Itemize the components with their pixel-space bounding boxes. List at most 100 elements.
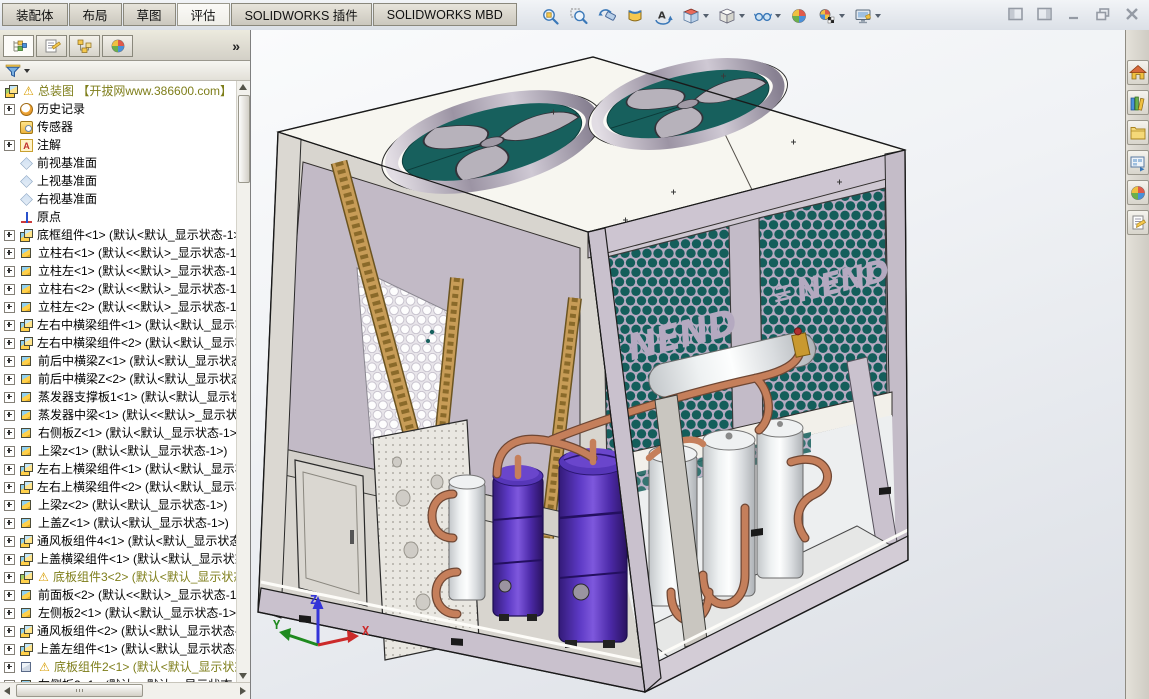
expand-icon[interactable] [4, 428, 15, 439]
expand-icon[interactable] [4, 230, 15, 241]
expand-icon[interactable] [4, 572, 15, 583]
chiller-3d-model[interactable]: NEND NEND [251, 30, 1125, 699]
view-settings-icon[interactable] [849, 2, 885, 29]
feature-tree-item[interactable]: 左侧板2<1> (默认<默认_显示状态-1>) [0, 604, 237, 622]
displaymanager-tab[interactable] [102, 35, 133, 57]
feature-tree-item[interactable]: 左右上横梁组件<1> (默认<默认_显示状态-1>) [0, 460, 237, 478]
zoom-to-fit-icon[interactable] [537, 2, 565, 29]
dropdown-caret-icon[interactable] [739, 14, 745, 18]
feature-tree-item[interactable]: 传感器 [0, 118, 237, 136]
feature-tree-item[interactable]: 注解 [0, 136, 237, 154]
command-tab[interactable]: SOLIDWORKS 插件 [231, 3, 372, 26]
feature-tree-item[interactable]: 上盖Z<1> (默认<默认_显示状态-1>) [0, 514, 237, 532]
expand-icon[interactable] [4, 464, 15, 475]
feature-tree-item[interactable]: 右视基准面 [0, 190, 237, 208]
graphics-area[interactable]: NEND NEND [251, 30, 1125, 699]
expand-icon[interactable] [4, 626, 15, 637]
vertical-scroll-thumb[interactable] [238, 95, 250, 183]
configurationmanager-tab[interactable] [69, 35, 100, 57]
expand-icon[interactable] [4, 266, 15, 277]
feature-tree-item[interactable]: 前视基准面 [0, 154, 237, 172]
toggle-left-pane-icon[interactable] [1007, 6, 1025, 21]
feature-tree-item[interactable]: 左右上横梁组件<2> (默认<默认_显示状态-1>) [0, 478, 237, 496]
horizontal-scroll-thumb[interactable] [16, 684, 143, 697]
view-palette-icon[interactable] [1127, 150, 1149, 175]
feature-tree-item[interactable]: 右侧板Z<1> (默认<默认_显示状态-1>) [0, 424, 237, 442]
custom-properties-icon[interactable] [1127, 210, 1149, 235]
propertymanager-tab[interactable] [36, 35, 67, 57]
tree-vertical-scrollbar[interactable] [236, 81, 250, 682]
compressor-1[interactable] [493, 465, 543, 621]
restore-down-icon[interactable] [1094, 6, 1112, 21]
command-tab[interactable]: 布局 [69, 3, 122, 26]
feature-tree-item[interactable]: 立柱右<2> (默认<<默认>_显示状态-1>) [0, 280, 237, 298]
feature-tree-item[interactable]: 蒸发器中梁<1> (默认<<默认>_显示状态-1>) [0, 406, 237, 424]
command-tab[interactable]: 装配体 [2, 3, 68, 26]
panel-tab-overflow[interactable]: » [225, 38, 247, 54]
expand-icon[interactable] [4, 356, 15, 367]
expand-icon[interactable] [4, 248, 15, 259]
appearances-icon[interactable] [1127, 180, 1149, 205]
filter-caret-icon[interactable] [24, 69, 30, 73]
edit-appearance-icon[interactable] [785, 2, 813, 29]
zoom-to-area-icon[interactable] [565, 2, 593, 29]
view-orientation-icon[interactable] [677, 2, 713, 29]
feature-tree-item[interactable]: 底板组件3<2> (默认<默认_显示状态-1>) [0, 568, 237, 586]
apply-scene-icon[interactable] [813, 2, 849, 29]
scroll-left-icon[interactable] [4, 687, 10, 695]
feature-tree-item[interactable]: 立柱右<1> (默认<<默认>_显示状态-1>) [0, 244, 237, 262]
expand-icon[interactable] [4, 608, 15, 619]
expand-icon[interactable] [4, 320, 15, 331]
expand-icon[interactable] [4, 410, 15, 421]
expand-icon[interactable] [4, 554, 15, 565]
door-handle[interactable] [350, 530, 354, 544]
scroll-down-icon[interactable] [239, 673, 247, 679]
expand-icon[interactable] [4, 284, 15, 295]
feature-tree-item[interactable]: 底板组件2<1> (默认<默认_显示状态-1>) [0, 658, 237, 676]
compressor-2[interactable] [559, 448, 627, 648]
feature-tree-item[interactable]: 蒸发器支撑板1<1> (默认<默认_显示状态-1>) [0, 388, 237, 406]
feature-tree-item[interactable]: 历史记录 [0, 100, 237, 118]
expand-icon[interactable] [4, 302, 15, 313]
expand-icon[interactable] [4, 644, 15, 655]
minimize-icon[interactable] [1065, 6, 1083, 21]
file-explorer-icon[interactable] [1127, 120, 1149, 145]
feature-tree-item[interactable]: 立柱左<2> (默认<<默认>_显示状态-1>) [0, 298, 237, 316]
close-icon[interactable] [1123, 6, 1141, 21]
feature-tree-item[interactable]: 前后中横梁Z<1> (默认<默认_显示状态-1>) [0, 352, 237, 370]
hide-show-items-icon[interactable] [749, 2, 785, 29]
feature-tree-item[interactable]: 前后中横梁Z<2> (默认<默认_显示状态-1>) [0, 370, 237, 388]
feature-tree-item[interactable]: 底框组件<1> (默认<默认_显示状态-1>) [0, 226, 237, 244]
rotate-view-icon[interactable]: A [649, 2, 677, 29]
expand-icon[interactable] [4, 374, 15, 385]
feature-tree-item[interactable]: 立柱左<1> (默认<<默认>_显示状态-1>) [0, 262, 237, 280]
dropdown-caret-icon[interactable] [875, 14, 881, 18]
expand-icon[interactable] [4, 104, 15, 115]
expand-icon[interactable] [4, 500, 15, 511]
expand-icon[interactable] [4, 662, 15, 673]
feature-tree-item[interactable]: 左右中横梁组件<1> (默认<默认_显示状态-1>) [0, 316, 237, 334]
command-tab[interactable]: 草图 [123, 3, 176, 26]
access-door[interactable] [295, 460, 367, 606]
expand-icon[interactable] [4, 392, 15, 403]
feature-tree-item[interactable]: 原点 [0, 208, 237, 226]
command-tab[interactable]: SOLIDWORKS MBD [373, 3, 517, 26]
previous-view-icon[interactable] [593, 2, 621, 29]
feature-tree-item[interactable]: 通风板组件4<1> (默认<默认_显示状态-1>) [0, 532, 237, 550]
display-style-icon[interactable] [713, 2, 749, 29]
expand-icon[interactable] [4, 446, 15, 457]
feature-tree-item[interactable]: 左右中横梁组件<2> (默认<默认_显示状态-1>) [0, 334, 237, 352]
feature-tree-item[interactable]: 上视基准面 [0, 172, 237, 190]
dropdown-caret-icon[interactable] [839, 14, 845, 18]
feature-tree-item[interactable]: 前面板<2> (默认<<默认>_显示状态-1>) [0, 586, 237, 604]
expand-icon[interactable] [4, 338, 15, 349]
home-icon[interactable] [1127, 60, 1149, 85]
expand-icon[interactable] [4, 590, 15, 601]
design-library-icon[interactable] [1127, 90, 1149, 115]
feature-tree-root[interactable]: 总装图 【开拔网www.386600.com】 [0, 82, 237, 100]
featuremanager-tab[interactable] [3, 35, 34, 57]
expand-icon[interactable] [4, 482, 15, 493]
feature-tree-item[interactable]: 上盖横梁组件<1> (默认<默认_显示状态-1>) [0, 550, 237, 568]
scroll-right-icon[interactable] [240, 687, 246, 695]
scroll-up-icon[interactable] [239, 84, 247, 90]
